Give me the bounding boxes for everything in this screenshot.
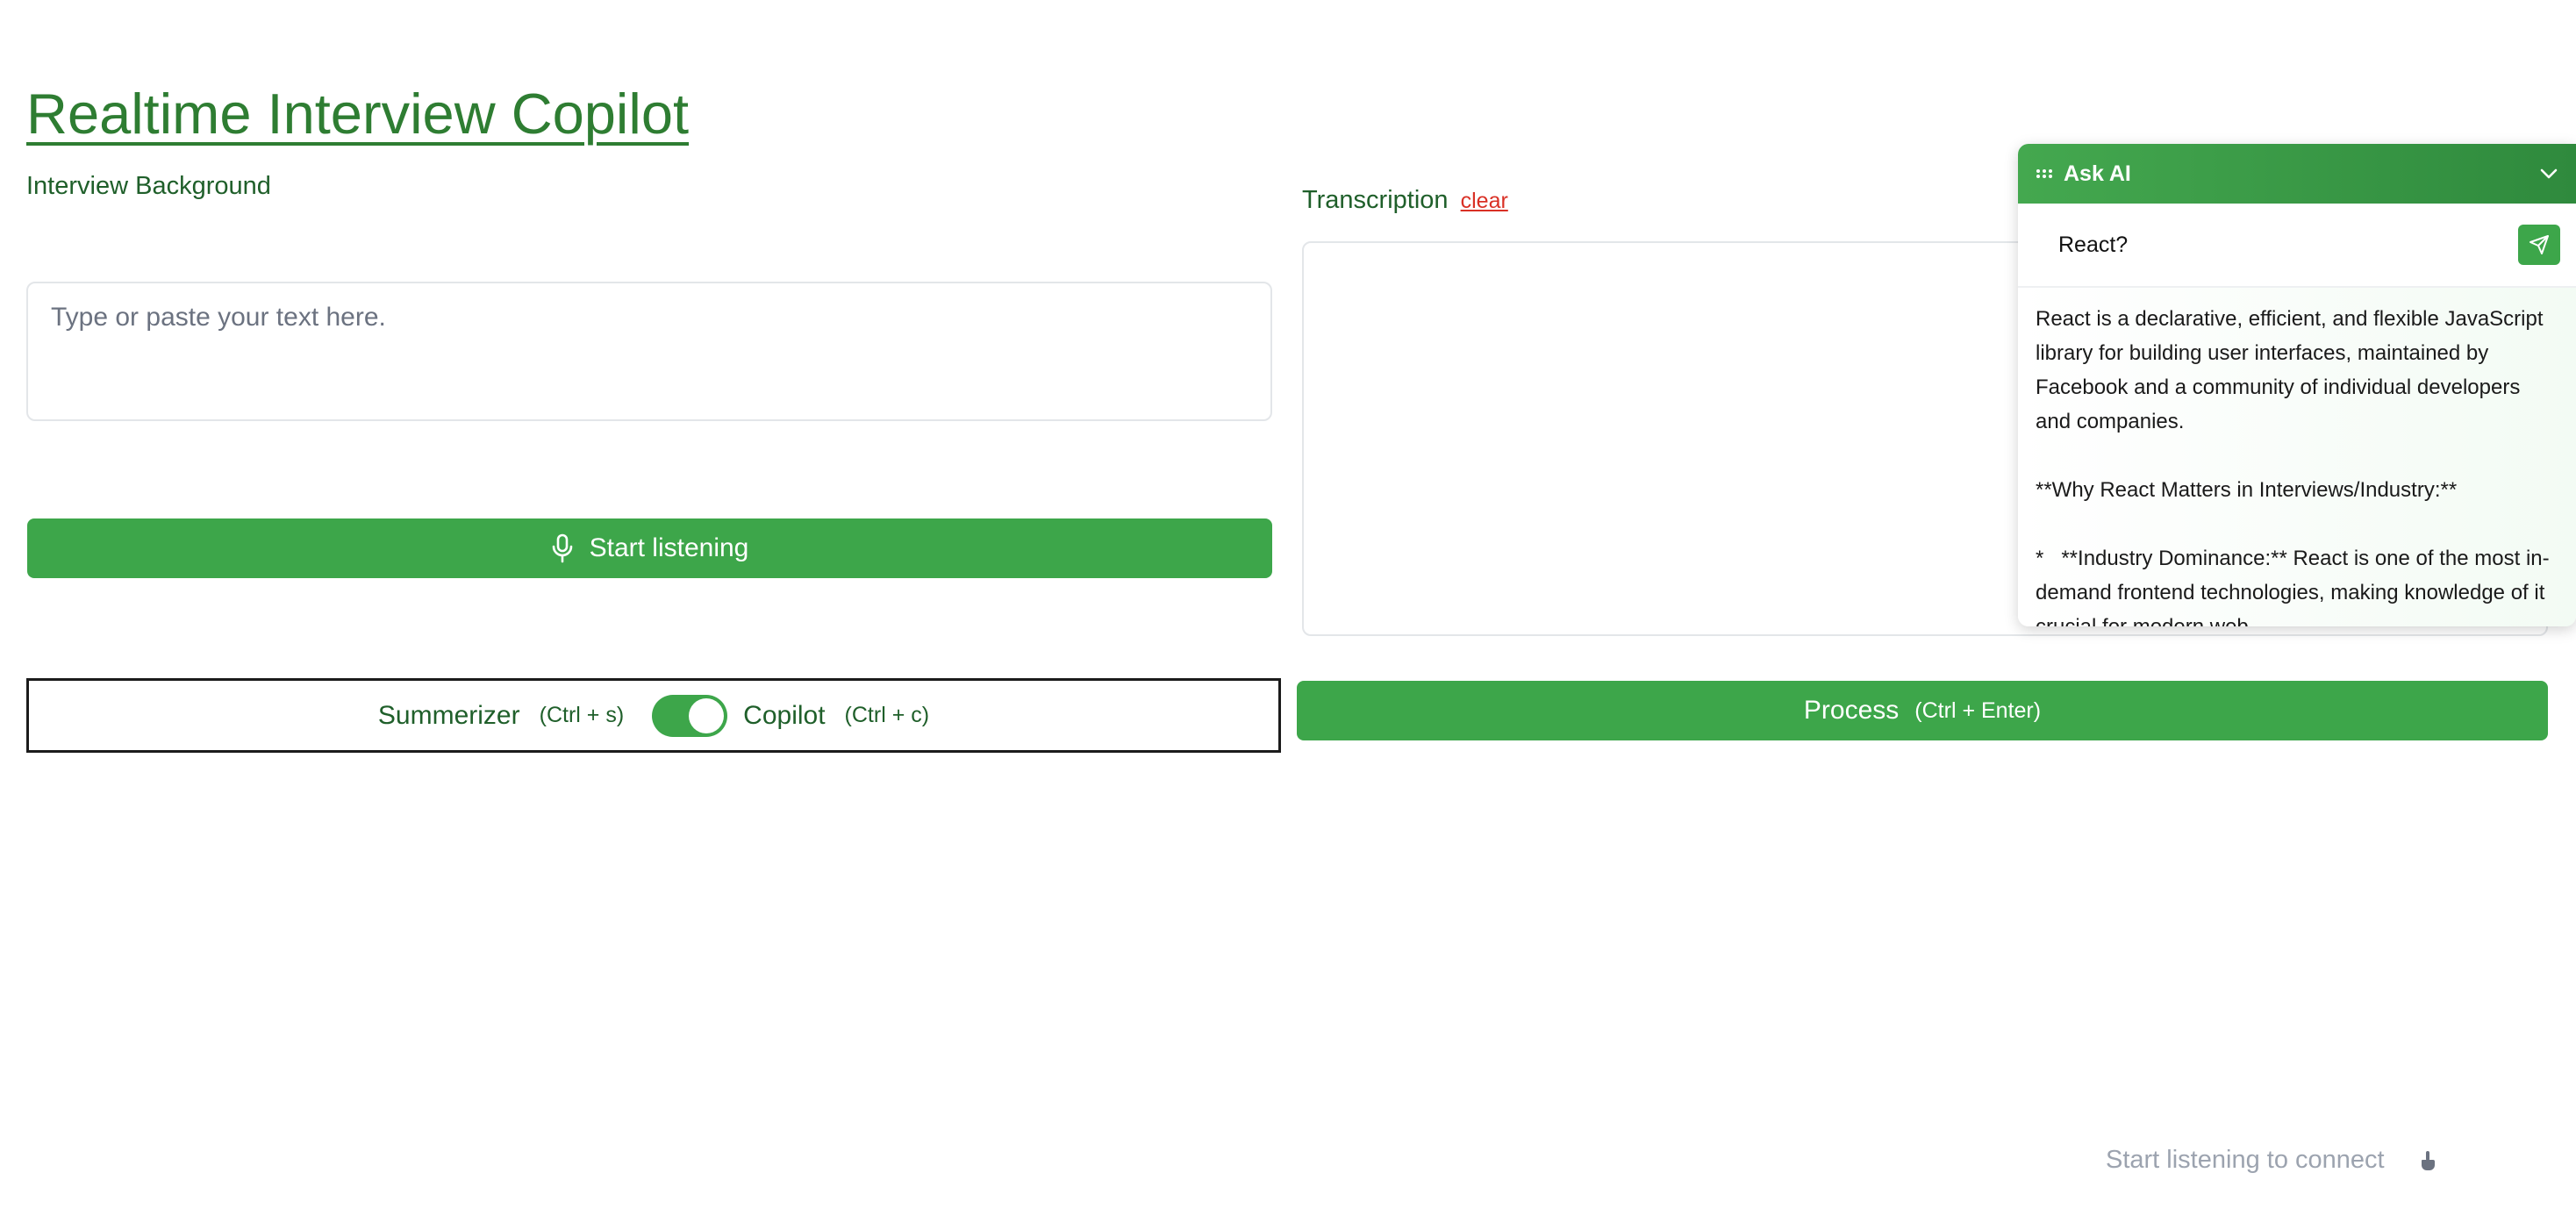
copilot-label: Copilot — [743, 700, 826, 730]
answer-paragraph: **Why React Matters in Interviews/Indust… — [2036, 478, 2458, 502]
pointer-hand-icon — [2420, 1150, 2436, 1171]
summarizer-label: Summerizer — [377, 700, 520, 730]
interview-background-input[interactable] — [26, 282, 1272, 421]
ask-ai-title: Ask AI — [2064, 161, 2131, 186]
ask-ai-panel: Ask AI React is a declarative, efficient… — [2018, 144, 2576, 626]
ask-ai-answer: React is a declarative, efficient, and f… — [2018, 288, 2576, 626]
connection-status-text: Start listening to connect — [2106, 1146, 2385, 1174]
mode-toggle[interactable] — [652, 694, 728, 737]
chevron-down-icon[interactable] — [2539, 168, 2558, 180]
send-icon — [2529, 234, 2550, 255]
start-listening-label: Start listening — [589, 533, 749, 562]
mode-selector: Summerizer (Ctrl + s) Copilot (Ctrl + c) — [26, 678, 1281, 753]
drag-handle-icon[interactable] — [2036, 168, 2053, 179]
transcription-label: Transcription — [1302, 186, 1449, 214]
send-button[interactable] — [2518, 225, 2560, 265]
process-label: Process — [1803, 696, 1900, 725]
copilot-shortcut: (Ctrl + c) — [844, 703, 930, 727]
answer-paragraph: * **Industry Dominance:** React is one o… — [2036, 547, 2550, 626]
page-title: Realtime Interview Copilot — [26, 82, 690, 146]
microphone-icon — [551, 533, 574, 563]
transcription-header: Transcription clear — [1302, 186, 1508, 215]
summarizer-shortcut: (Ctrl + s) — [539, 703, 625, 727]
ask-ai-header[interactable]: Ask AI — [2018, 144, 2576, 204]
start-listening-button[interactable]: Start listening — [27, 518, 1272, 578]
process-button[interactable]: Process (Ctrl + Enter) — [1297, 681, 2548, 740]
process-shortcut: (Ctrl + Enter) — [1914, 697, 2042, 723]
answer-paragraph: React is a declarative, efficient, and f… — [2036, 307, 2550, 433]
ask-ai-input[interactable] — [2057, 231, 2518, 259]
ask-ai-input-row — [2018, 204, 2576, 288]
clear-link[interactable]: clear — [1461, 189, 1508, 213]
interview-background-label: Interview Background — [26, 172, 271, 200]
toggle-knob — [689, 697, 725, 733]
connection-status: Start listening to connect — [2106, 1146, 2436, 1175]
